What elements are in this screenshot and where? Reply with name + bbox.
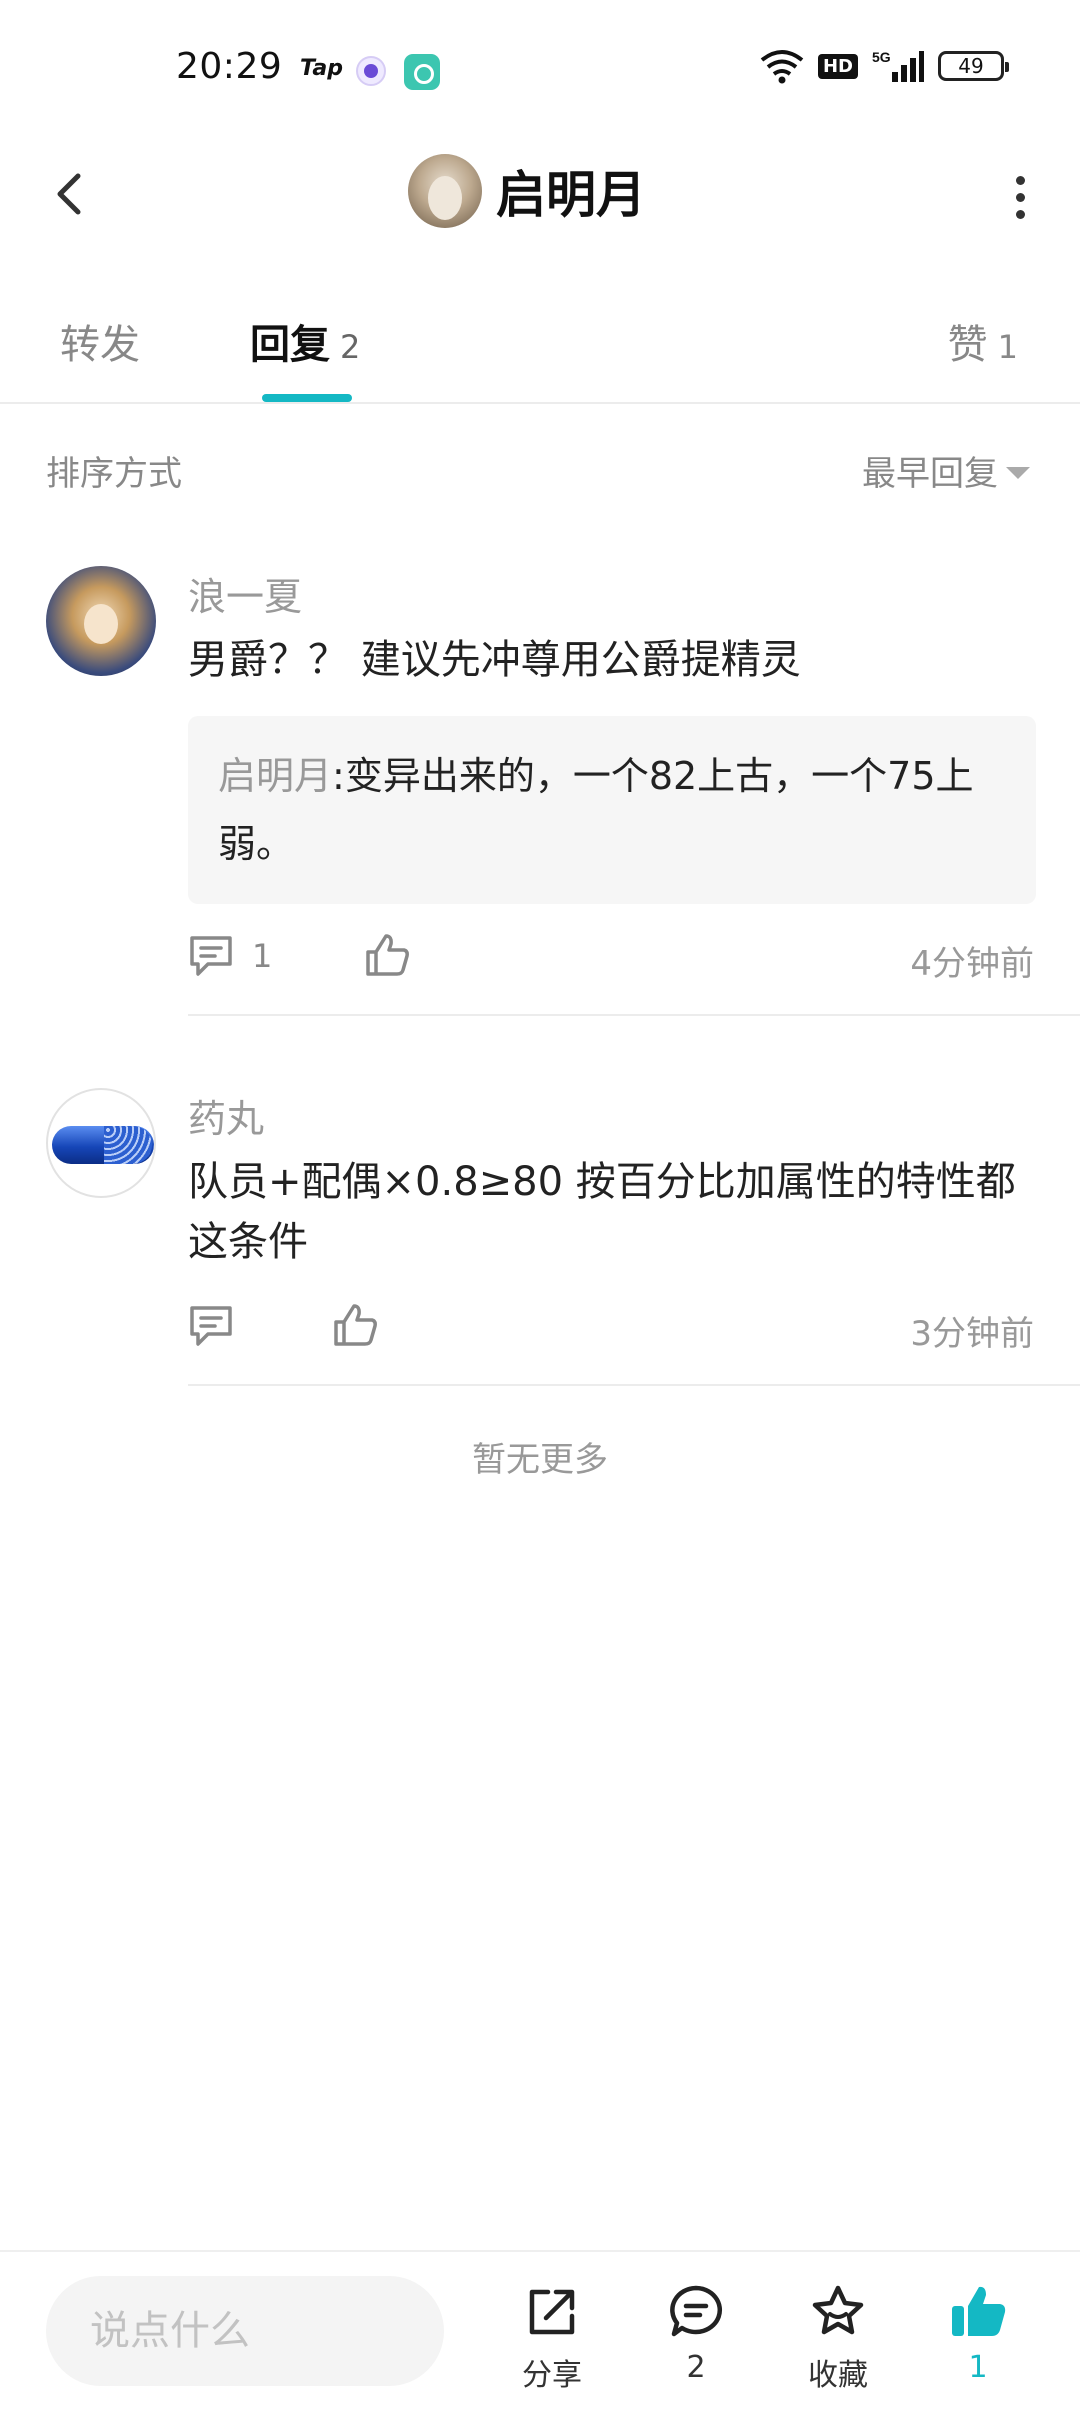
quote-text: :变异出来的，一个82上古，一个75上弱。	[218, 754, 974, 866]
back-arrow-icon[interactable]	[40, 162, 104, 226]
avatar[interactable]	[408, 154, 482, 228]
share-label: 分享	[522, 2358, 582, 2393]
tab-bar: 转发 回复 2 赞1	[0, 290, 1080, 404]
divider	[188, 1384, 1080, 1386]
comment-count: 1	[252, 937, 273, 975]
wifi-icon	[760, 50, 804, 84]
avatar[interactable]	[46, 566, 156, 676]
quoted-reply[interactable]: 启明月:变异出来的，一个82上古，一个75上弱。	[188, 716, 1036, 904]
reply-author[interactable]: 药丸	[188, 1088, 264, 1143]
comment-button[interactable]: 1	[188, 934, 272, 978]
active-tab-indicator	[262, 394, 352, 402]
thumbs-up-icon[interactable]	[364, 932, 410, 978]
thumbs-up-icon[interactable]	[332, 1302, 378, 1348]
tab-like-count: 1	[997, 328, 1018, 366]
reply-author[interactable]: 浪一夏	[188, 566, 302, 621]
bottom-action-bar: 说点什么 分享 2 收藏 1	[0, 2250, 1080, 2412]
like-button[interactable]: 1	[918, 2282, 1038, 2385]
reply-item: 浪一夏 男爵？？ 建议先冲尊用公爵提精灵 启明月:变异出来的，一个82上古，一个…	[0, 566, 1080, 1022]
sort-bar: 排序方式 最早回复	[0, 440, 1080, 500]
svg-text:5G: 5G	[872, 49, 891, 65]
no-more-text: 暂无更多	[472, 1440, 608, 1480]
tab-reply-count: 2	[340, 328, 361, 366]
battery-indicator: 49	[938, 51, 1009, 81]
reply-timestamp: 3分钟前	[910, 1314, 1034, 1354]
share-icon	[529, 2289, 575, 2335]
caret-down-icon	[1006, 466, 1030, 479]
status-bar: 20:29 Tap HD 5G 49	[0, 0, 1080, 140]
status-indicators: HD 5G 49	[760, 48, 1009, 84]
header-user[interactable]: 启明月	[408, 154, 646, 228]
tab-like[interactable]: 赞1	[948, 312, 1018, 370]
tab-reply-label: 回复	[250, 322, 330, 368]
notification-app-icon	[356, 56, 386, 86]
reply-actions: 3分钟前	[188, 1298, 1034, 1358]
sort-dropdown[interactable]: 最早回复	[862, 446, 1030, 495]
notification-camera-icon	[404, 54, 440, 90]
tab-forward[interactable]: 转发	[60, 312, 140, 370]
like-count: 1	[968, 2350, 988, 2385]
pill-image	[52, 1126, 154, 1164]
favorite-label: 收藏	[808, 2358, 868, 2393]
quote-author[interactable]: 启明月	[218, 754, 332, 798]
reply-text[interactable]: 队员+配偶×0.8≥80 按百分比加属性的特性都这条件	[188, 1152, 1028, 1272]
top-nav: 启明月	[0, 140, 1080, 250]
sort-label: 排序方式	[46, 454, 182, 494]
signal-5g-icon: 5G	[872, 49, 924, 82]
comment-button[interactable]	[188, 1304, 234, 1348]
reply-timestamp: 4分钟前	[910, 944, 1034, 984]
reply-actions: 1 4分钟前	[188, 928, 1034, 988]
divider	[188, 1014, 1080, 1016]
reply-item: 药丸 队员+配偶×0.8≥80 按百分比加属性的特性都这条件 3分钟前	[0, 1088, 1080, 1388]
reply-text[interactable]: 男爵？？ 建议先冲尊用公爵提精灵	[188, 630, 1028, 690]
tab-reply[interactable]: 回复 2	[250, 312, 360, 370]
thumbs-up-filled-icon	[952, 2286, 1006, 2336]
sort-value: 最早回复	[862, 454, 998, 494]
tap-app-icon: Tap	[300, 56, 343, 81]
comments-button[interactable]: 2	[636, 2282, 756, 2385]
tab-like-label: 赞	[947, 322, 988, 368]
page-title: 启明月	[496, 166, 646, 224]
status-time: 20:29	[176, 46, 283, 87]
hd-icon: HD	[817, 53, 858, 79]
chat-bubble-icon	[670, 2285, 722, 2337]
tab-forward-label: 转发	[60, 322, 140, 368]
comment-input[interactable]: 说点什么	[46, 2276, 444, 2386]
more-options-icon[interactable]	[1000, 168, 1040, 224]
avatar[interactable]	[46, 1088, 156, 1198]
share-button[interactable]: 分享	[492, 2282, 612, 2394]
comment-icon	[190, 936, 232, 976]
comment-icon	[190, 1306, 232, 1346]
comments-count: 2	[686, 2350, 706, 2385]
star-icon	[812, 2285, 864, 2335]
favorite-button[interactable]: 收藏	[778, 2282, 898, 2394]
